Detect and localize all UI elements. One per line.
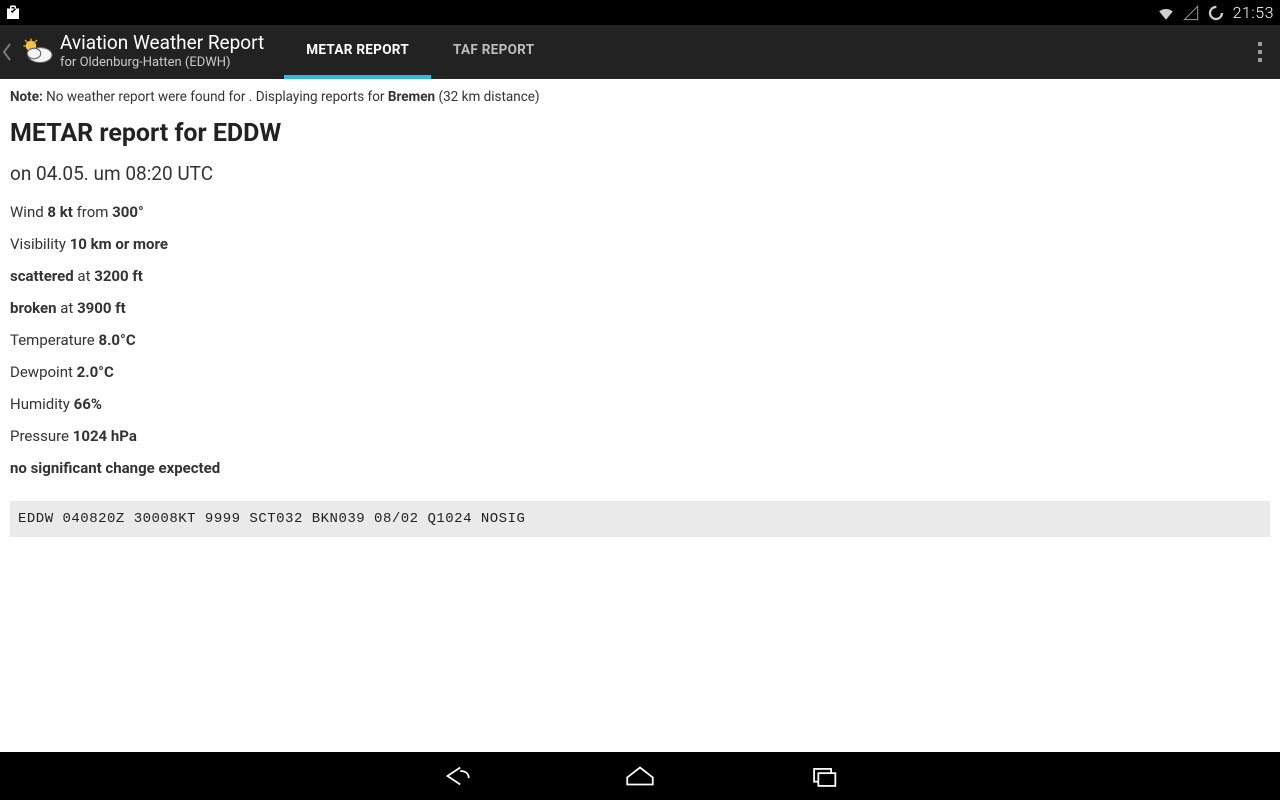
nav-recent-button[interactable] <box>807 763 841 789</box>
temperature-line: Temperature 8.0°C <box>10 331 1270 349</box>
app-title: Aviation Weather Report <box>60 33 264 53</box>
cloud1-alt: 3200 ft <box>94 267 143 285</box>
nav-back-button[interactable] <box>439 763 473 789</box>
visibility-label: Visibility <box>10 235 70 253</box>
android-status-bar: 21:53 <box>0 0 1280 25</box>
tab-bar: METAR REPORT TAF REPORT <box>284 25 556 79</box>
visibility-line: Visibility 10 km or more <box>10 235 1270 253</box>
temperature-label: Temperature <box>10 331 98 349</box>
wind-direction: 300° <box>112 203 144 221</box>
app-action-bar: Aviation Weather Report for Oldenburg-Ha… <box>0 25 1280 79</box>
temperature-value: 8.0°C <box>98 331 135 349</box>
humidity-line: Humidity 66% <box>10 395 1270 413</box>
trend-value: no significant change expected <box>10 459 220 477</box>
note-pre: No weather report were found for . Displ… <box>43 89 388 105</box>
humidity-label: Humidity <box>10 395 74 413</box>
dewpoint-value: 2.0°C <box>77 363 114 381</box>
overflow-menu-button[interactable] <box>1240 25 1280 79</box>
title-block[interactable]: Aviation Weather Report for Oldenburg-Ha… <box>60 25 278 79</box>
cloud-line-1: scattered at 3200 ft <box>10 267 1270 285</box>
raw-metar: EDDW 040820Z 30008KT 9999 SCT032 BKN039 … <box>10 501 1270 537</box>
cloud2-type: broken <box>10 299 57 317</box>
nav-home-button[interactable] <box>623 763 657 789</box>
wifi-icon <box>1157 4 1175 22</box>
wind-label: Wind <box>10 203 47 221</box>
note-label: Note: <box>10 89 43 105</box>
android-nav-bar <box>0 752 1280 800</box>
cloud2-alt: 3900 ft <box>77 299 126 317</box>
trend-line: no significant change expected <box>10 459 1270 477</box>
overflow-dots-icon <box>1258 42 1262 62</box>
note-line: Note: No weather report were found for .… <box>10 89 1270 105</box>
pressure-line: Pressure 1024 hPa <box>10 427 1270 445</box>
visibility-value: 10 km or more <box>70 235 168 253</box>
status-clock: 21:53 <box>1233 3 1274 22</box>
cloud1-at: at <box>74 267 95 285</box>
dewpoint-label: Dewpoint <box>10 363 77 381</box>
dewpoint-line: Dewpoint 2.0°C <box>10 363 1270 381</box>
wind-line: Wind 8 kt from 300° <box>10 203 1270 221</box>
tab-taf-report[interactable]: TAF REPORT <box>431 25 556 79</box>
pressure-label: Pressure <box>10 427 73 445</box>
report-content: Note: No weather report were found for .… <box>0 79 1280 537</box>
tab-metar-report[interactable]: METAR REPORT <box>284 25 431 79</box>
app-subtitle: for Oldenburg-Hatten (EDWH) <box>60 55 264 71</box>
cloud-line-2: broken at 3900 ft <box>10 299 1270 317</box>
note-post: (32 km distance) <box>435 89 540 105</box>
cloud1-type: scattered <box>10 267 74 285</box>
wind-from: from <box>73 203 112 221</box>
report-time: on 04.05. um 08:20 UTC <box>10 162 1270 185</box>
loading-spinner-icon <box>1207 4 1225 22</box>
pressure-value: 1024 hPa <box>73 427 137 445</box>
cloud2-at: at <box>57 299 78 317</box>
report-heading: METAR report for EDDW <box>10 119 1270 148</box>
back-caret-icon[interactable] <box>0 25 14 79</box>
wind-speed: 8 kt <box>47 203 72 221</box>
note-station: Bremen <box>388 89 435 105</box>
notification-icon <box>4 4 22 22</box>
cell-signal-icon <box>1183 5 1199 21</box>
humidity-value: 66% <box>74 395 102 413</box>
app-icon[interactable] <box>14 25 60 79</box>
